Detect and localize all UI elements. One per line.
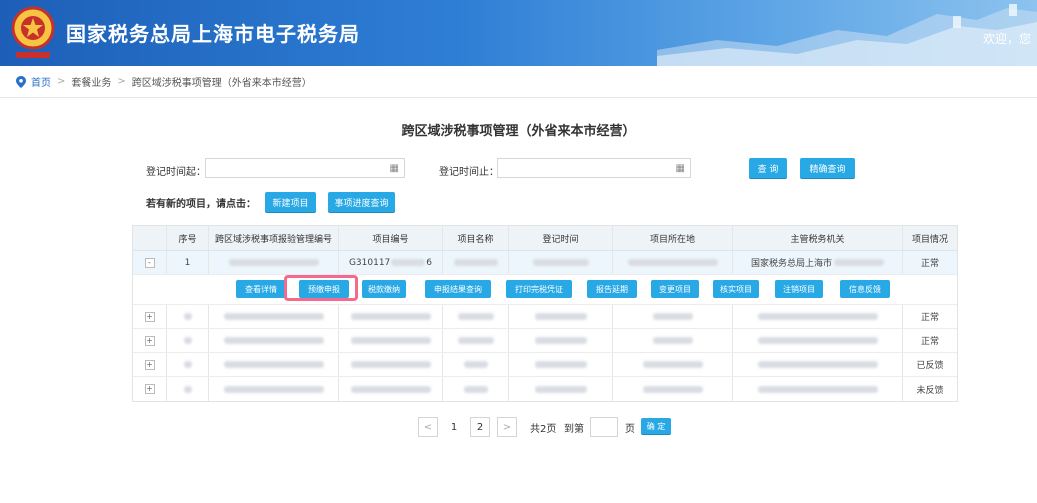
header-expander [133,226,167,250]
table-row[interactable]: + 已反馈 [133,353,957,377]
location-pin-icon [16,75,26,88]
top-banner: 国家税务总局上海市电子税务局 欢迎，您 [0,0,1037,66]
goto-confirm-button[interactable]: 确 定 [641,418,671,434]
row-status: 已反馈 [916,361,944,371]
expand-row-button[interactable]: + [144,311,155,322]
project-table: 序号 跨区域涉税事项报验管理编号 项目编号 项目名称 登记时间 项目所在地 主管… [132,225,958,402]
page-2-button[interactable]: 2 [470,417,490,437]
page-unit-label: 页 [625,424,635,435]
prev-page-button[interactable]: < [418,417,438,437]
expand-row-button[interactable]: + [144,335,155,346]
row-status: 正常 [920,259,939,269]
great-wall-icon [657,4,1037,66]
info-feedback-button[interactable]: 信息反馈 [840,280,890,298]
print-tax-certificate-button[interactable]: 打印完税凭证 [506,280,572,298]
collapse-row-button[interactable]: - [144,257,155,268]
total-pages-text: 共2页 [530,424,557,435]
header-index: 序号 [167,226,209,250]
table-row[interactable]: + 正常 [133,305,957,329]
table-row[interactable]: + 正常 [133,329,957,353]
row-project-no: G310117 6 [339,251,443,274]
row-status: 未反馈 [916,385,944,396]
row-project-name [443,251,509,274]
start-date-input[interactable]: ▦ [205,158,405,178]
new-project-hint: 若有新的项目，请点击： [146,199,256,210]
page-1-button[interactable]: 1 [444,417,464,437]
row-actions-bar: 查看详情 预缴申报 税款缴纳 申报结果查询 打印完税凭证 报告延期 变更项目 核… [133,275,957,305]
end-date-input[interactable]: ▦ [497,158,691,178]
welcome-text: 欢迎，您 [982,32,1031,46]
breadcrumb-separator: > [57,76,66,87]
table-header: 序号 跨区域涉税事项报验管理编号 项目编号 项目名称 登记时间 项目所在地 主管… [133,226,957,251]
report-extension-button[interactable]: 报告延期 [587,280,637,298]
row-status: 正常 [920,313,939,323]
header-project-location: 项目所在地 [613,226,733,250]
query-button[interactable]: 查 询 [749,158,787,178]
new-project-button[interactable]: 新建项目 [265,192,316,212]
precise-query-button[interactable]: 精确查询 [800,158,855,178]
expand-row-button[interactable]: + [144,384,155,394]
verify-project-button[interactable]: 核实项目 [713,280,759,298]
change-project-button[interactable]: 变更项目 [651,280,699,298]
start-date-label: 登记时间起： [146,167,206,178]
row-tax-authority: 国家税务总局上海市 [733,251,903,274]
row-index: 1 [167,251,209,274]
header-status: 项目情况 [911,234,948,245]
breadcrumb-separator: > [117,76,126,87]
header-project-no: 项目编号 [339,226,443,250]
next-page-button[interactable]: > [497,417,517,437]
row-register-time [509,251,613,274]
row-project-location [613,251,733,274]
cancel-project-button[interactable]: 注销项目 [775,280,823,298]
breadcrumb-home-link[interactable]: 首页 [31,74,51,89]
end-date-label: 登记时间止： [439,167,499,178]
breadcrumb-current: 跨区域涉税事项管理（外省来本市经营） [131,78,312,89]
tax-emblem-icon [11,6,55,58]
header-register-time: 登记时间 [509,226,613,250]
goto-label: 到第 [564,424,584,435]
row-status: 正常 [920,337,939,347]
header-management-no: 跨区域涉税事项报验管理编号 [209,226,339,250]
expand-row-button[interactable]: + [144,359,155,370]
breadcrumb-level1-link[interactable]: 套餐业务 [71,74,111,89]
header-tax-authority: 主管税务机关 [733,226,903,250]
calendar-icon[interactable]: ▦ [390,163,399,174]
header-project-name: 项目名称 [443,226,509,250]
calendar-icon[interactable]: ▦ [676,163,685,174]
highlight-box [284,275,358,301]
table-row[interactable]: + 未反馈 [133,377,957,401]
table-row[interactable]: - 1 G310117 6 国家税务总局上海市 正常 [133,251,957,275]
progress-query-button[interactable]: 事项进度查询 [328,192,395,212]
view-details-button[interactable]: 查看详情 [236,280,286,298]
declaration-result-query-button[interactable]: 申报结果查询 [425,280,491,298]
page-title: 跨区域涉税事项管理（外省来本市经营） [401,124,636,139]
tax-payment-button[interactable]: 税款缴纳 [362,280,406,298]
breadcrumb: 首页 > 套餐业务 > 跨区域涉税事项管理（外省来本市经营） [0,66,1037,98]
row-management-no [209,251,339,274]
site-title: 国家税务总局上海市电子税务局 [66,22,360,46]
goto-page-input[interactable] [590,417,618,437]
